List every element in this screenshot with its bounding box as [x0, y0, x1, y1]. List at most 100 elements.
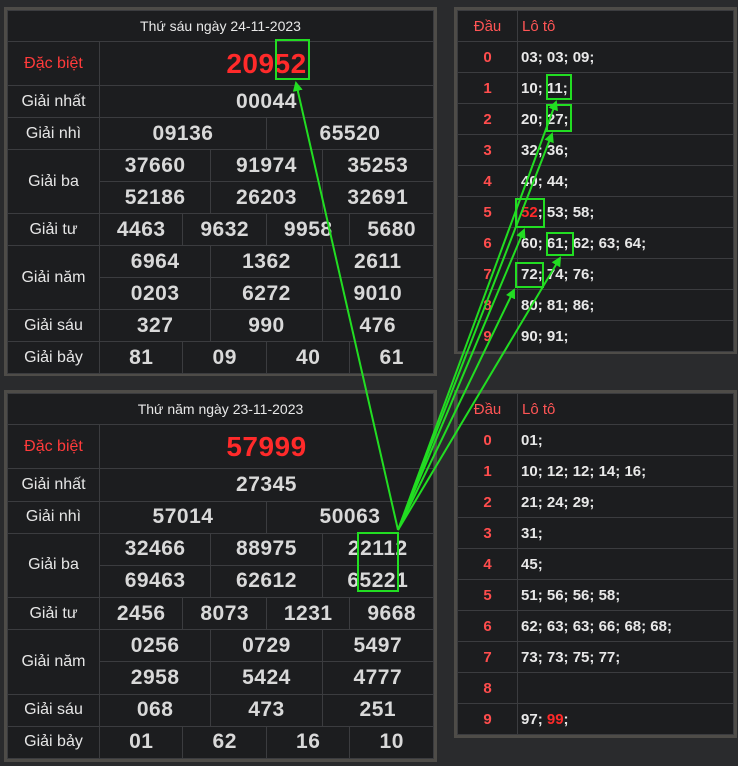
loto-head-digit: 3: [457, 517, 518, 549]
prize-fifth-value: 2958: [98, 661, 212, 695]
loto-row: 3 31;: [457, 517, 734, 549]
loto-head-digit: 5: [457, 196, 518, 228]
prize-label-third: Giải ba: [7, 149, 100, 214]
loto-items: 20; 27;: [517, 103, 734, 135]
loto-item: 11: [546, 79, 563, 97]
loto-item: 86: [572, 296, 590, 314]
prize-seventh-value: 01: [98, 725, 184, 760]
loto-head-digit: 6: [457, 227, 518, 259]
loto-row: 7 73; 73; 75; 77;: [457, 641, 734, 673]
bottom-result-table: Thứ năm ngày 23-11-2023 Đặc biệt 57999 G…: [7, 392, 435, 760]
loto-items: 21; 24; 29;: [517, 486, 734, 518]
loto-item: 10: [521, 462, 538, 480]
loto-row: 9 97; 99;: [457, 703, 734, 735]
loto-item: 31: [521, 524, 538, 542]
loto-head-digit: 2: [457, 103, 518, 135]
loto-items: 40; 44;: [517, 165, 734, 197]
loto-items: 90; 91;: [517, 320, 734, 352]
loto-head-digit: 4: [457, 548, 518, 580]
loto-item: 61: [546, 234, 564, 252]
loto-head-digit: 9: [457, 320, 518, 352]
prize-seventh-value: 61: [349, 341, 434, 374]
loto-items: 52; 53; 58;: [517, 196, 734, 228]
prize-third-value: 65221: [321, 564, 435, 599]
top-result-panel: Thứ sáu ngày 24-11-2023 Đặc biệt 20952 G…: [4, 7, 437, 376]
prize-seventh-value: 81: [98, 341, 184, 374]
loto-head-label: Đầu: [457, 393, 518, 425]
prize-first-value: 27345: [99, 468, 434, 502]
loto-item: 27: [546, 110, 564, 128]
prize-fifth-value: 4777: [321, 661, 435, 695]
loto-item: 52: [521, 203, 538, 221]
prize-sixth-value: 068: [98, 693, 212, 727]
loto-item: 36: [546, 141, 564, 159]
loto-head-digit: 0: [457, 41, 518, 73]
loto-item: 20: [521, 110, 538, 128]
prize-label-sixth: Giải sáu: [7, 309, 100, 342]
prize-label-special: Đặc biệt: [7, 41, 100, 86]
loto-items: 60; 61; 62; 63; 64;: [517, 227, 734, 259]
loto-row: 8: [457, 672, 734, 704]
prize-fifth-value: 6964: [98, 245, 212, 278]
loto-row: 9 90; 91;: [457, 320, 734, 352]
loto-item: 16: [624, 462, 642, 480]
bottom-loto-table: Đầu Lô tô 0 01; 1 10; 12; 12; 14; 16; 2 21;…: [457, 393, 734, 735]
loto-item: 24: [546, 493, 564, 511]
loto-item: 81: [546, 296, 564, 314]
loto-row: 4 45;: [457, 548, 734, 580]
bottom-result-panel: Thứ năm ngày 23-11-2023 Đặc biệt 57999 G…: [4, 390, 437, 762]
loto-head-digit: 1: [457, 72, 518, 104]
prize-fifth-value: 1362: [210, 245, 323, 278]
loto-items: 62; 63; 63; 66; 68; 68;: [517, 610, 734, 642]
prize-fourth-value: 9632: [182, 213, 267, 246]
prize-fifth-value: 0729: [210, 629, 323, 663]
loto-head-digit: 6: [457, 610, 518, 642]
bottom-loto-panel: Đầu Lô tô 0 01; 1 10; 12; 12; 14; 16; 2 21;…: [454, 390, 737, 738]
loto-row: 5 52; 53; 58;: [457, 196, 734, 228]
prize-third-value: 52186: [98, 181, 212, 214]
prize-third-value: 91974: [210, 149, 323, 182]
loto-item: 58: [598, 586, 616, 604]
prize-fourth-value: 9958: [265, 213, 351, 246]
loto-items: 72; 74; 76;: [517, 258, 734, 290]
loto-item: 12: [572, 462, 590, 480]
loto-item: 32: [521, 141, 538, 159]
loto-items: 32; 36;: [517, 134, 734, 166]
loto-item: 21: [521, 493, 538, 511]
result-date-title: Thứ sáu ngày 24-11-2023: [7, 10, 434, 42]
prize-seventh-value: 16: [265, 725, 351, 760]
loto-items: 01;: [517, 424, 734, 456]
loto-head-digit: 7: [457, 641, 518, 673]
prize-third-value: 69463: [98, 564, 212, 599]
loto-item: 56: [572, 586, 590, 604]
loto-column-label: Lô tô: [517, 10, 734, 42]
prize-label-second: Giải nhì: [7, 117, 100, 150]
loto-row: 7 72; 74; 76;: [457, 258, 734, 290]
loto-item: 03: [546, 48, 564, 66]
loto-item: 03: [521, 48, 538, 66]
loto-row: 0 01;: [457, 424, 734, 456]
result-date-title: Thứ năm ngày 23-11-2023: [7, 392, 434, 426]
loto-head-digit: 9: [457, 703, 518, 735]
loto-item: 14: [598, 462, 616, 480]
loto-items: 51; 56; 56; 58;: [517, 579, 734, 611]
prize-first-value: 00044: [99, 85, 434, 118]
loto-item: 12: [546, 462, 564, 480]
loto-row: 3 32; 36;: [457, 134, 734, 166]
loto-item: 76: [572, 265, 590, 283]
loto-item: 75: [572, 648, 590, 666]
prize-label-fourth: Giải tư: [7, 597, 100, 631]
prize-third-value: 62612: [210, 564, 323, 599]
prize-label-fourth: Giải tư: [7, 213, 100, 246]
loto-item: 29: [572, 493, 590, 511]
prize-label-first: Giải nhất: [7, 468, 100, 502]
loto-item: 40: [521, 172, 538, 190]
loto-item: 66: [598, 617, 616, 635]
prize-fourth-value: 9668: [349, 597, 434, 631]
prize-label-third: Giải ba: [7, 532, 100, 599]
prize-sixth-value: 476: [321, 309, 435, 342]
loto-item: 63: [572, 617, 590, 635]
loto-row: 6 60; 61; 62; 63; 64;: [457, 227, 734, 259]
loto-item: 73: [546, 648, 564, 666]
prize-fourth-value: 1231: [265, 597, 351, 631]
